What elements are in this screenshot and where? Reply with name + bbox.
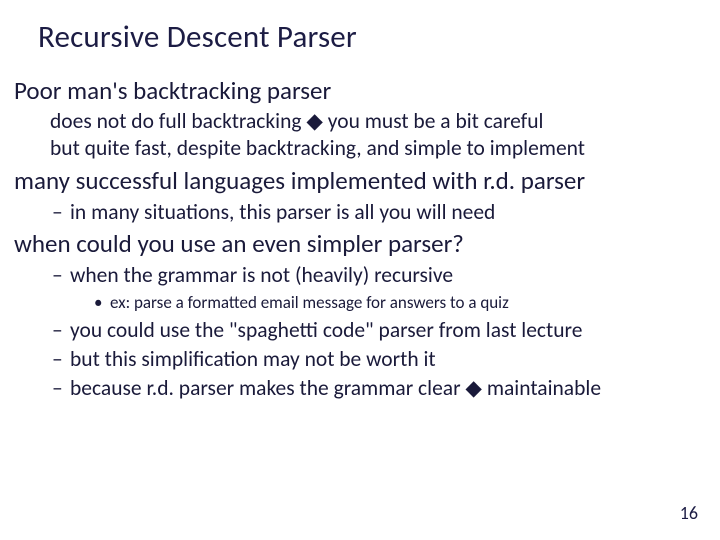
dash-icon: –	[52, 199, 70, 226]
dash-icon: –	[52, 346, 70, 373]
body-subline: •ex: parse a formatted email message for…	[94, 292, 706, 313]
body-line: –but this simplification may not be wort…	[52, 346, 706, 373]
body-line: –when the grammar is not (heavily) recur…	[52, 262, 706, 289]
body-line: does not do full backtracking ◆ you must…	[50, 109, 706, 135]
body-text: because r.d. parser makes the grammar cl…	[70, 375, 601, 401]
body-line: –you could use the "spaghetti code" pars…	[52, 317, 706, 344]
heading-simpler-parser: when could you use an even simpler parse…	[14, 229, 706, 260]
heading-backtracking: Poor man's backtracking parser	[14, 76, 706, 107]
slide: Recursive Descent Parser Poor man's back…	[0, 0, 720, 540]
heading-languages: many successful languages implemented wi…	[14, 166, 706, 197]
dash-icon: –	[52, 317, 70, 344]
bullet-icon: •	[94, 292, 110, 313]
page-number: 16	[680, 502, 698, 524]
body-line: –because r.d. parser makes the grammar c…	[52, 375, 706, 402]
body-text: but this simplification may not be worth…	[70, 346, 436, 372]
body-text: you could use the "spaghetti code" parse…	[70, 317, 582, 343]
body-text: ex: parse a formatted email message for …	[110, 292, 509, 313]
dash-icon: –	[52, 375, 70, 402]
body-line: but quite fast, despite backtracking, an…	[50, 136, 706, 162]
body-line: –in many situations, this parser is all …	[52, 199, 706, 226]
dash-icon: –	[52, 262, 70, 289]
body-text: when the grammar is not (heavily) recurs…	[70, 262, 453, 288]
body-text: in many situations, this parser is all y…	[70, 199, 495, 225]
slide-title: Recursive Descent Parser	[38, 18, 706, 56]
